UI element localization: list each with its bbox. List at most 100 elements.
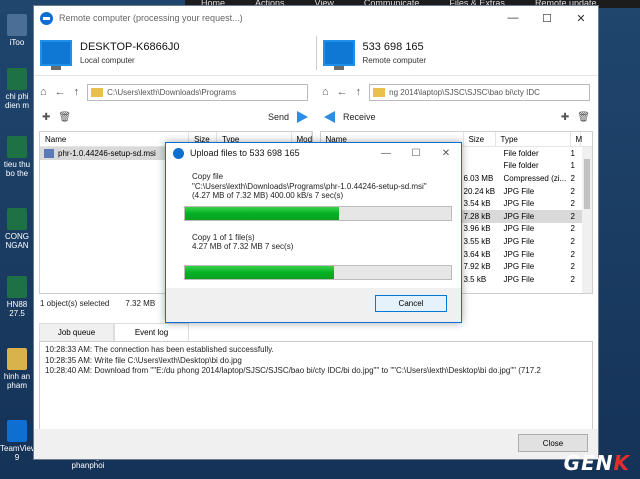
file-modified: 2 bbox=[570, 236, 575, 246]
app-icon bbox=[7, 14, 27, 36]
file-modified: 1 bbox=[570, 161, 575, 171]
teamviewer-icon bbox=[40, 11, 53, 25]
desktop-icon-label: CONG NGAN bbox=[5, 232, 29, 250]
desktop-icon[interactable]: TeamViewer 9 bbox=[0, 420, 44, 462]
file-type: JPG File bbox=[503, 249, 535, 259]
file-path: "C:\Users\lexth\Downloads\Programs\phr-1… bbox=[192, 181, 427, 191]
file-modified: 1 bbox=[570, 148, 575, 158]
desktop-icon-label: HN88 27.5 bbox=[6, 300, 28, 318]
excel-icon bbox=[7, 68, 27, 90]
file-size: 7.92 kB bbox=[463, 262, 491, 272]
close-icon[interactable]: ✕ bbox=[431, 148, 461, 159]
file-modified: 2 bbox=[570, 274, 575, 284]
home-icon[interactable]: ⌂ bbox=[322, 86, 329, 98]
send-label: Send bbox=[267, 112, 289, 122]
minimize-icon[interactable]: — bbox=[496, 12, 530, 25]
receive-button[interactable]: Receive bbox=[324, 111, 376, 123]
desktop-icon[interactable]: chi phi dien m bbox=[0, 68, 34, 110]
col-modified[interactable]: M bbox=[571, 132, 582, 146]
new-folder-icon[interactable]: ✚ bbox=[42, 112, 50, 123]
excel-icon bbox=[7, 136, 27, 158]
window-footer: Close bbox=[34, 429, 598, 459]
col-size[interactable]: Size bbox=[464, 132, 496, 146]
path-bar: ⌂ ← ↑ C:\Users\lexth\Downloads\Programs … bbox=[34, 81, 598, 103]
copy-file-label: Copy file bbox=[192, 172, 224, 181]
file-type: JPG File bbox=[503, 186, 535, 196]
remote-name: 533 698 165 bbox=[362, 40, 424, 53]
file-size: 7.28 kB bbox=[463, 211, 491, 221]
progress-fill bbox=[185, 206, 340, 220]
folder-icon bbox=[373, 87, 386, 97]
back-icon[interactable]: ← bbox=[55, 86, 66, 98]
remote-path-input[interactable]: ng 2014\laptop\SJSC\SJSC\bao bi\cty IDC bbox=[369, 83, 590, 101]
send-button[interactable]: Send bbox=[268, 111, 308, 123]
tab-job-queue[interactable]: Job queue bbox=[39, 323, 114, 342]
computer-icon bbox=[40, 39, 72, 70]
file-type: File folder bbox=[503, 148, 539, 158]
desktop-icon[interactable]: CONG NGAN bbox=[0, 208, 34, 250]
desktop-icon[interactable]: tieu thu bo the bbox=[0, 136, 34, 178]
desktop-icon[interactable]: iToo bbox=[0, 14, 34, 47]
dialog-body: Copy file "C:\Users\lexth\Downloads\Prog… bbox=[166, 163, 461, 280]
teamviewer-icon bbox=[7, 420, 27, 442]
tab-event-log[interactable]: Event log bbox=[114, 323, 189, 342]
home-icon[interactable]: ⌂ bbox=[40, 86, 47, 98]
file-size: 3.5 kB bbox=[463, 274, 487, 284]
total-progress-text: 4.27 MB of 7.32 MB 7 sec(s) bbox=[192, 242, 294, 251]
new-folder-icon[interactable]: ✚ bbox=[561, 112, 569, 123]
dialog-titlebar: Upload files to 533 698 165 — ☐ ✕ bbox=[166, 143, 461, 163]
arrow-left-icon bbox=[324, 111, 335, 123]
file-modified: 2 bbox=[570, 211, 575, 221]
file-size: 3.64 kB bbox=[463, 249, 491, 259]
file-icon bbox=[44, 148, 54, 158]
desktop-icon-label: hinh an pham bbox=[3, 372, 31, 390]
delete-icon[interactable]: 🗑 bbox=[58, 112, 71, 123]
scrollbar[interactable] bbox=[582, 147, 592, 293]
dialog-title: Upload files to 533 698 165 bbox=[190, 148, 300, 158]
delete-icon[interactable]: 🗑 bbox=[577, 112, 590, 123]
file-size: 20.24 kB bbox=[463, 186, 496, 196]
file-size: 3.54 kB bbox=[463, 199, 491, 209]
file-size: 3.96 kB bbox=[463, 224, 491, 234]
maximize-icon[interactable]: ☐ bbox=[401, 148, 431, 159]
up-icon[interactable]: ↑ bbox=[74, 86, 80, 98]
file-name: phr-1.0.44246-setup-sd.msi bbox=[58, 148, 156, 158]
remote-path-text: ng 2014\laptop\SJSC\SJSC\bao bi\cty IDC bbox=[389, 87, 540, 97]
folder-icon bbox=[7, 348, 27, 370]
remote-host: 533 698 165 Remote computer bbox=[317, 39, 599, 70]
remote-sub: Remote computer bbox=[362, 55, 427, 65]
file-modified: 2 bbox=[570, 173, 575, 183]
event-log: 10:28:33 AM: The connection has been est… bbox=[39, 341, 593, 431]
scrollbar-thumb[interactable] bbox=[584, 159, 590, 209]
up-icon[interactable]: ↑ bbox=[356, 86, 362, 98]
window-titlebar: Remote computer (processing your request… bbox=[34, 6, 598, 30]
teamviewer-icon bbox=[173, 147, 184, 159]
file-type: Compressed (zi... bbox=[503, 173, 567, 183]
local-path-input[interactable]: C:\Users\lexth\Downloads\Programs bbox=[87, 83, 308, 101]
selection-count: 1 object(s) selected bbox=[40, 299, 110, 308]
desktop-icon[interactable]: hinh an pham bbox=[0, 348, 34, 390]
file-type: JPG File bbox=[503, 199, 535, 209]
total-progress-bar bbox=[184, 264, 452, 280]
watermark-text: GEN bbox=[563, 451, 614, 475]
close-icon[interactable]: ✕ bbox=[564, 12, 598, 25]
dialog-footer: Cancel bbox=[166, 288, 461, 322]
desktop-icon[interactable]: HN88 27.5 bbox=[0, 276, 34, 318]
watermark-logo: GENK bbox=[564, 451, 630, 475]
selection-size: 7.32 MB bbox=[125, 299, 156, 308]
maximize-icon[interactable]: ☐ bbox=[530, 12, 564, 25]
back-icon[interactable]: ← bbox=[337, 86, 348, 98]
file-progress-bar bbox=[184, 205, 452, 221]
local-sub: Local computer bbox=[80, 55, 135, 65]
receive-label: Receive bbox=[343, 112, 376, 122]
minimize-icon[interactable]: — bbox=[371, 148, 401, 159]
transfer-toolbar: ✚ 🗑 Send Receive ✚ 🗑 bbox=[34, 107, 598, 127]
file-size: 3.55 kB bbox=[463, 236, 491, 246]
close-button[interactable]: Close bbox=[518, 434, 588, 452]
cancel-button[interactable]: Cancel bbox=[375, 295, 447, 312]
col-type[interactable]: Type bbox=[496, 132, 571, 146]
file-modified: 2 bbox=[570, 224, 575, 234]
copy-count-label: Copy 1 of 1 file(s) bbox=[192, 232, 255, 242]
log-line: 10:28:35 AM: Write file C:\Users\lexth\D… bbox=[45, 355, 242, 365]
file-modified: 2 bbox=[570, 186, 575, 196]
